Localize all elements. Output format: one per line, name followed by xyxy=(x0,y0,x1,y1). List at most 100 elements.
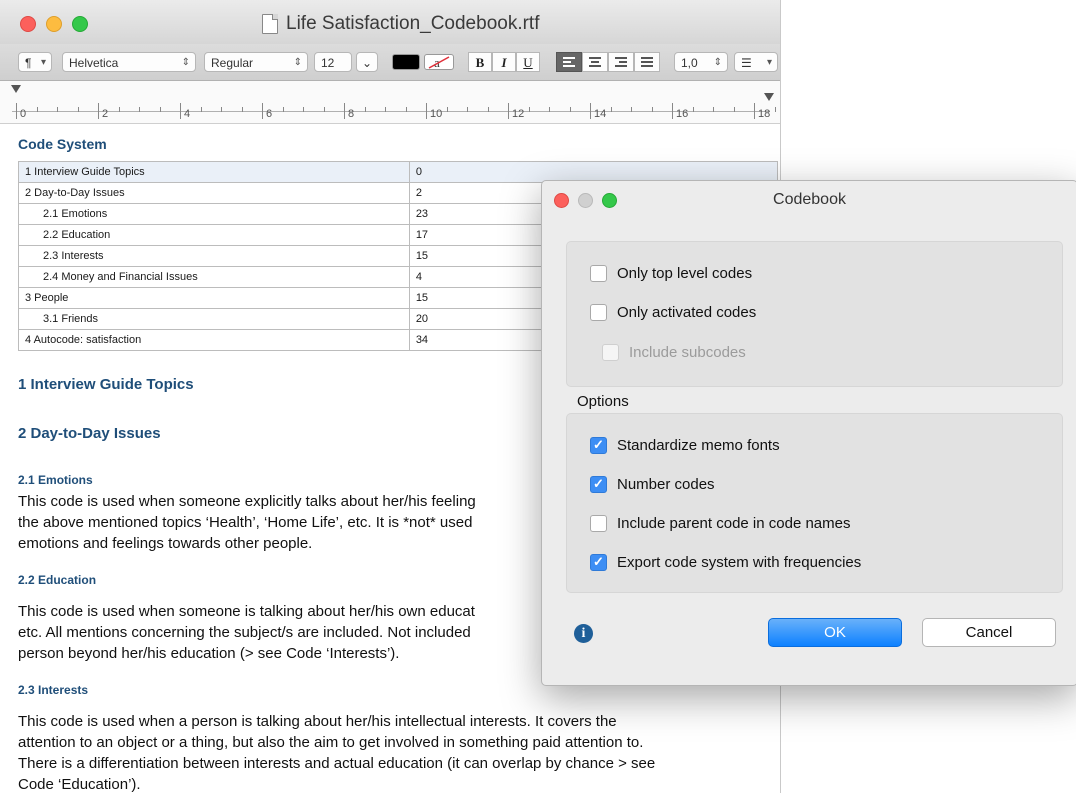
ruler-tick xyxy=(549,107,550,112)
only-top-level-checkbox[interactable] xyxy=(590,264,607,282)
ruler-tick xyxy=(446,107,448,112)
number-codes-option[interactable]: ✓ Number codes xyxy=(590,474,715,494)
right-margin-marker[interactable] xyxy=(764,93,774,101)
window-titlebar[interactable]: Life Satisfaction_Codebook.rtf xyxy=(0,0,780,44)
ruler-tick xyxy=(77,107,79,112)
include-subcodes-option: Include subcodes xyxy=(602,342,746,362)
line-spacing-popup[interactable]: 1,0 ⇕ xyxy=(674,52,728,72)
include-parent-label: Include parent code in code names xyxy=(617,514,851,532)
window-title: Life Satisfaction_Codebook.rtf xyxy=(262,13,540,35)
ruler-tick xyxy=(487,107,489,112)
standardize-memo-option[interactable]: ✓ Standardize memo fonts xyxy=(590,435,780,455)
code-name-cell: 1 Interview Guide Topics xyxy=(18,161,410,183)
ruler-tick xyxy=(241,107,243,112)
heading-day-to-day: 2 Day-to-Day Issues xyxy=(18,425,161,442)
only-top-level-label: Only top level codes xyxy=(617,264,753,282)
ruler-tick xyxy=(733,107,735,112)
paragraph-interests: This code is used when a person is talki… xyxy=(18,711,740,793)
include-parent-checkbox[interactable] xyxy=(590,514,607,532)
number-codes-label: Number codes xyxy=(617,475,715,493)
ruler-label: 4 xyxy=(184,108,191,120)
ruler-label: 6 xyxy=(266,108,273,120)
only-activated-checkbox[interactable] xyxy=(590,303,607,321)
zoom-window-button[interactable] xyxy=(72,16,88,32)
include-parent-option[interactable]: Include parent code in code names xyxy=(590,513,851,533)
updown-arrows-icon: ⇕ xyxy=(181,57,190,68)
justify-button[interactable] xyxy=(634,52,660,72)
chevron-down-icon: ⌄ xyxy=(361,56,373,70)
ruler-label: 18 xyxy=(758,108,771,120)
align-right-button[interactable] xyxy=(608,52,634,72)
ruler-baseline xyxy=(12,111,770,112)
ruler-tick xyxy=(631,107,632,112)
info-icon[interactable]: i xyxy=(574,624,593,643)
align-left-button[interactable] xyxy=(556,52,582,72)
bold-button[interactable]: B xyxy=(468,52,492,72)
ruler-label: 0 xyxy=(20,108,27,120)
list-style-popup[interactable]: ☰ ▾ xyxy=(734,52,778,72)
heading-interview-guide: 1 Interview Guide Topics xyxy=(18,376,194,393)
options-label: Options xyxy=(577,393,629,410)
ruler-tick xyxy=(282,107,284,112)
code-name-cell: 3.1 Friends xyxy=(18,308,410,330)
paragraph-line: There is a differentiation between inter… xyxy=(18,755,656,772)
ruler-label: 16 xyxy=(676,108,689,120)
chevron-down-icon: ▾ xyxy=(40,57,46,68)
paragraph-icon: ¶ xyxy=(25,56,32,70)
format-toolbar: ¶ ▾ Helvetica ⇕ Regular ⇕ 12 ⌄ a B I U 1,0 ⇕… xyxy=(0,44,780,81)
ruler-tick xyxy=(303,107,304,112)
italic-button[interactable]: I xyxy=(492,52,516,72)
ruler-label: 8 xyxy=(348,108,355,120)
minimize-window-button[interactable] xyxy=(46,16,62,32)
ruler-label: 10 xyxy=(430,108,443,120)
code-name-cell: 2.3 Interests xyxy=(18,245,410,267)
ruler-tick xyxy=(672,103,673,119)
ruler-tick xyxy=(139,107,140,112)
underline-button[interactable]: U xyxy=(516,52,540,72)
close-window-button[interactable] xyxy=(20,16,36,32)
ruler-tick xyxy=(36,107,38,112)
cancel-button[interactable]: Cancel xyxy=(922,618,1056,647)
font-size-value: 12 xyxy=(321,56,335,70)
font-size-menu-button[interactable]: ⌄ xyxy=(356,52,378,72)
ruler-tick xyxy=(528,107,530,112)
ok-button[interactable]: OK xyxy=(768,618,902,647)
ruler-label: 14 xyxy=(594,108,607,120)
only-top-level-option[interactable]: Only top level codes xyxy=(590,263,752,283)
chevron-down-icon: ▾ xyxy=(766,57,772,68)
ruler-tick xyxy=(508,103,509,119)
ruler-label: 2 xyxy=(102,108,109,120)
font-style-popup[interactable]: Regular ⇕ xyxy=(204,52,308,72)
heading-education: 2.2 Education xyxy=(18,573,97,587)
only-activated-option[interactable]: Only activated codes xyxy=(590,302,756,322)
heading-emotions: 2.1 Emotions xyxy=(18,473,93,487)
font-family-popup[interactable]: Helvetica ⇕ xyxy=(62,52,196,72)
paragraph-style-popup[interactable]: ¶ ▾ xyxy=(18,52,52,72)
export-frequencies-option[interactable]: ✓ Export code system with frequencies xyxy=(590,552,861,572)
ruler-tick xyxy=(774,107,776,112)
standardize-memo-checkbox[interactable]: ✓ xyxy=(590,436,607,454)
ruler-tick xyxy=(262,103,263,119)
ruler-tick xyxy=(590,103,591,119)
first-indent-marker[interactable] xyxy=(11,85,21,93)
ruler-tick xyxy=(692,107,694,112)
align-center-button[interactable] xyxy=(582,52,608,72)
dialog-title: Codebook xyxy=(773,191,846,208)
updown-arrows-icon: ⇕ xyxy=(713,57,722,68)
highlight-color-well[interactable]: a xyxy=(424,54,454,70)
ruler-tick xyxy=(323,107,325,112)
heading-interests: 2.3 Interests xyxy=(18,683,89,697)
ruler-tick xyxy=(426,103,427,119)
document-icon xyxy=(262,14,278,34)
paragraph-line: Code ‘Education’). xyxy=(18,776,141,793)
export-frequencies-checkbox[interactable]: ✓ xyxy=(590,553,607,571)
ruler-tick xyxy=(713,107,714,112)
include-subcodes-checkbox xyxy=(602,343,619,361)
justify-icon xyxy=(641,57,653,67)
number-codes-checkbox[interactable]: ✓ xyxy=(590,475,607,493)
ruler-tick xyxy=(344,103,345,119)
ruler-tick xyxy=(610,107,612,112)
font-size-field[interactable]: 12 xyxy=(314,52,352,72)
ruler[interactable]: 0 2 4 6 8 10 12 14 16 18 xyxy=(0,81,780,124)
text-color-well[interactable] xyxy=(392,54,420,70)
